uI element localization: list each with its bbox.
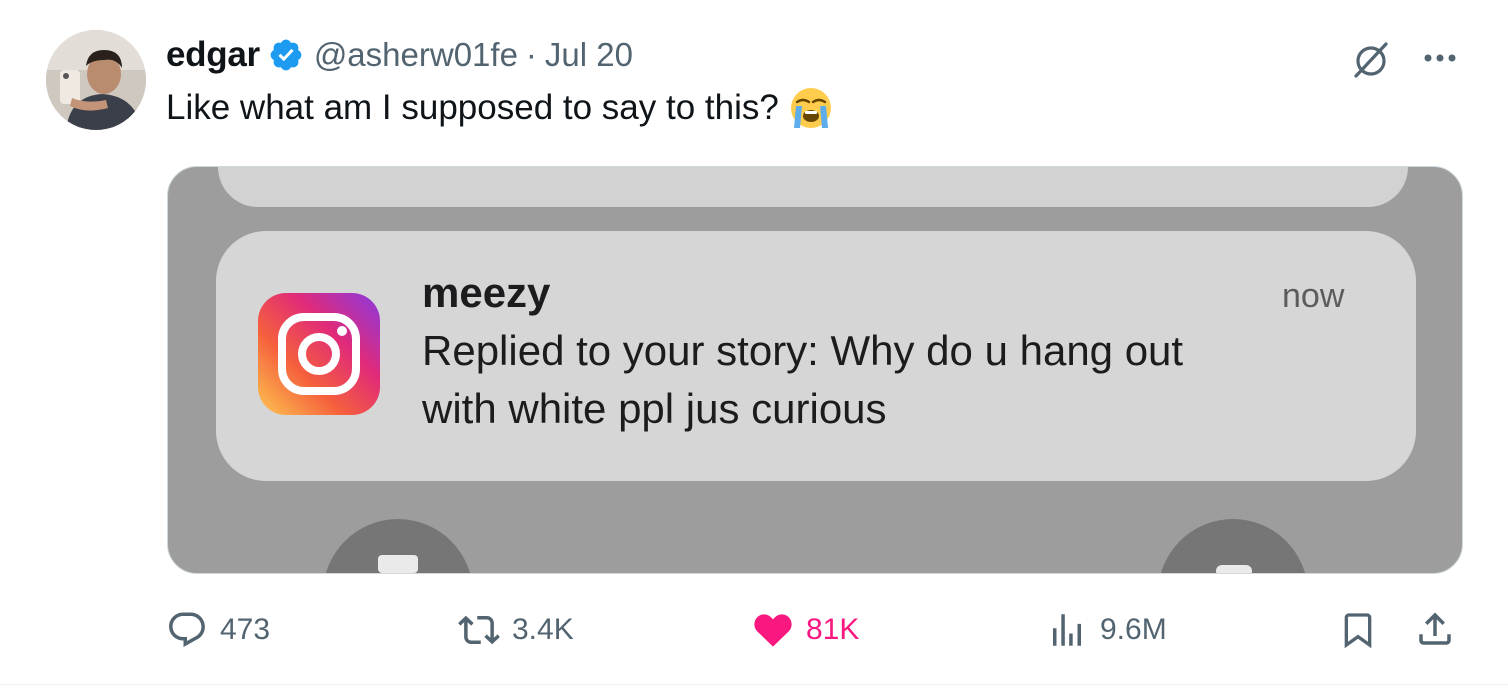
previous-notification-card [218,167,1408,207]
notification-sender: meezy [422,269,551,316]
tweet-header: edgar @asherw01fe · Jul 20 [166,32,633,78]
verified-badge-icon[interactable] [268,37,304,73]
views-chart-icon [1053,614,1081,646]
notification-message-line1: Replied to your story: Why do u hang out [422,327,1184,374]
heart-icon [754,614,792,647]
avatar[interactable] [46,30,146,130]
share-icon[interactable] [1414,608,1456,650]
tweet-media-image[interactable]: meezy now Replied to your story: Why do … [167,166,1463,574]
retweet-icon [458,615,500,645]
grok-icon[interactable] [1350,38,1392,80]
tweet-card[interactable]: edgar @asherw01fe · Jul 20 Like what am … [0,0,1508,690]
author-handle[interactable]: @asherw01fe [314,36,518,74]
loudly-crying-face-icon [790,88,831,128]
reply-count: 473 [220,613,271,646]
reply-button[interactable]: 473 [166,606,270,654]
tweet-divider [0,684,1508,685]
tweet-date[interactable]: Jul 20 [545,36,633,74]
separator-dot: · [525,36,537,73]
camera-icon [1216,565,1252,573]
tweet-text-content: Like what am I supposed to say to this? [166,88,779,127]
notification-time: now [1282,277,1345,315]
flashlight-icon [378,555,418,573]
like-button[interactable]: 81K [752,606,859,654]
views-button[interactable]: 9.6M [1046,606,1167,654]
tweet-text: Like what am I supposed to say to this? [166,86,833,130]
notification-message-line2: with white ppl jus curious [422,385,887,432]
reply-icon [169,612,205,647]
bookmark-icon[interactable] [1338,610,1378,650]
like-count: 81K [806,613,860,646]
views-count: 9.6M [1100,613,1167,646]
retweet-button[interactable]: 3.4K [458,606,574,654]
instagram-icon [258,293,380,415]
avatar-photo [46,30,146,130]
more-options-icon[interactable] [1420,40,1460,76]
display-name[interactable]: edgar [166,35,260,75]
retweet-count: 3.4K [512,613,574,646]
